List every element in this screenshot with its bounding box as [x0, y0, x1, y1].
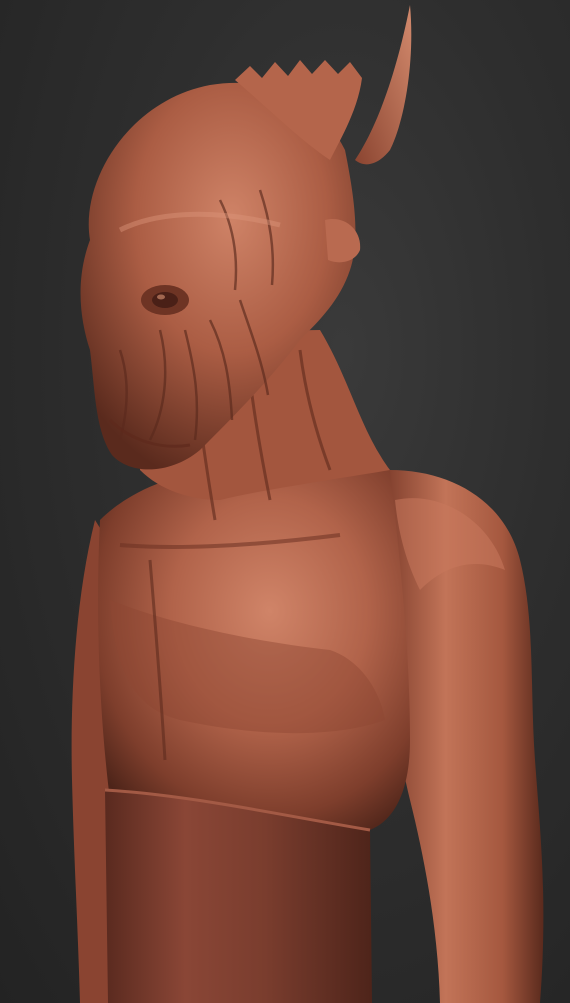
eye	[152, 292, 178, 308]
creature-sculpt-render	[71, 5, 544, 1003]
eye-highlight	[157, 294, 165, 300]
render-viewport	[0, 0, 570, 1003]
horn	[355, 5, 412, 165]
